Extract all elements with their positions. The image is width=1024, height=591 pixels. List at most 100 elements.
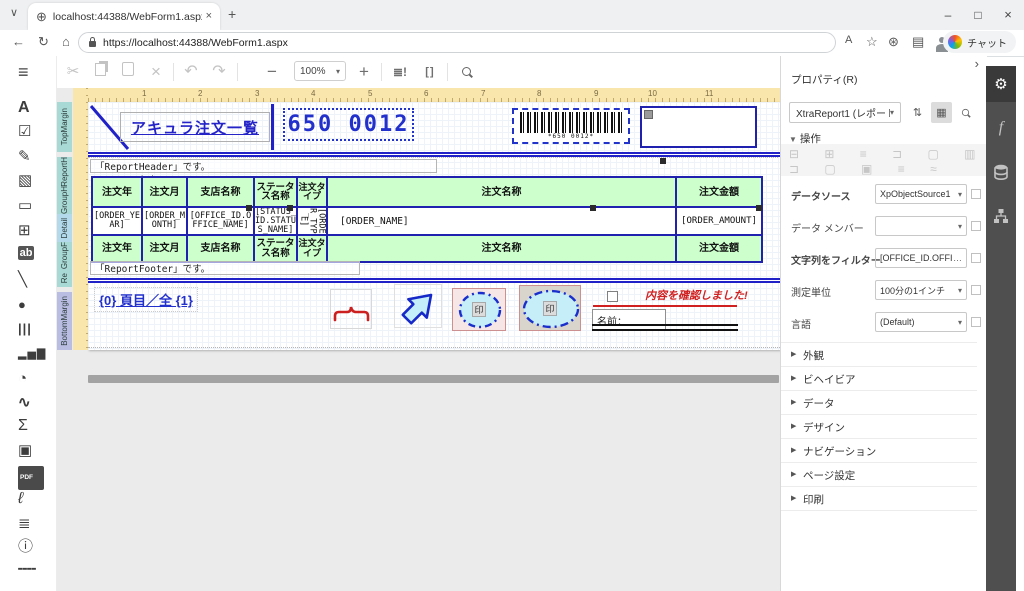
delete-icon[interactable]: × xyxy=(145,62,167,82)
field-cell[interactable]: [ORDER_MONTH] xyxy=(141,208,186,234)
footer-cell[interactable]: 注文名称 xyxy=(326,236,675,261)
selection-handle[interactable] xyxy=(756,205,762,211)
page-info-control[interactable]: {0} 頁目／全 {1} xyxy=(94,287,198,312)
add-favorite-icon[interactable]: ☆ xyxy=(866,35,878,48)
field-list-tab-icon[interactable] xyxy=(986,154,1016,190)
redo-icon[interactable]: ↷ xyxy=(207,62,231,82)
favorites-bar-icon[interactable]: ▤ xyxy=(912,35,924,48)
toolbox-panel-icon[interactable]: ▭ xyxy=(18,196,40,216)
back-button[interactable]: ← xyxy=(12,35,25,48)
toolbox-sparkline-icon[interactable]: ∿ xyxy=(18,393,40,413)
language-dropdown[interactable]: (Default) ▾ xyxy=(875,312,967,332)
filterstring-editor[interactable]: [OFFICE_ID.OFFICE_ID] ... … xyxy=(875,248,967,268)
selection-handle[interactable] xyxy=(246,205,252,211)
toolbox-pdf-content-icon[interactable]: PDF xyxy=(18,466,44,490)
brace-shape[interactable] xyxy=(330,289,372,329)
vertical-line-shape[interactable] xyxy=(271,104,274,150)
tab-search-chevron-icon[interactable]: ∨ xyxy=(10,8,18,19)
confirm-checkbox[interactable] xyxy=(607,291,618,302)
section-behavior[interactable]: ▶ビヘイビア xyxy=(781,366,977,391)
toolbox-line-icon[interactable]: ╲ xyxy=(18,270,40,290)
menu-icon[interactable]: ≡ xyxy=(18,62,40,82)
property-checkbox[interactable] xyxy=(971,285,981,295)
search-properties-button[interactable] xyxy=(955,102,976,123)
window-minimize-button[interactable]: – xyxy=(934,4,962,26)
copy-icon[interactable] xyxy=(89,62,111,82)
copilot-chat-button[interactable]: チャット xyxy=(943,31,1016,53)
header-cell[interactable]: 注文名称 xyxy=(326,178,675,206)
band-label-topmargin[interactable]: TopMargin xyxy=(57,102,72,152)
zoom-in-icon[interactable]: + xyxy=(353,62,375,82)
url-input[interactable]: https://localhost:44388/WebForm1.aspx xyxy=(78,32,836,53)
window-maximize-button[interactable]: □ xyxy=(964,4,992,26)
toolbox-page-break-icon[interactable]: ╌╌ xyxy=(18,560,40,580)
toolbox-richtext-icon[interactable]: ✎ xyxy=(18,147,40,167)
window-close-button[interactable]: × xyxy=(994,4,1022,26)
stamp-shape-circle[interactable]: 印 xyxy=(452,288,506,331)
sort-properties-button[interactable]: ⇅ xyxy=(907,102,928,123)
confirm-text[interactable]: 内容を確認しました! xyxy=(645,287,748,303)
field-cell[interactable]: [OFFICE_ID.OFFICE_NAME] xyxy=(186,208,253,234)
toolbox-picture-icon[interactable]: ▧ xyxy=(18,171,40,191)
section-design[interactable]: ▶デザイン xyxy=(781,414,977,439)
validation-icon[interactable]: ≣! xyxy=(388,62,412,82)
property-checkbox[interactable] xyxy=(971,253,981,263)
band-label-groupheader[interactable]: GroupH xyxy=(57,186,72,214)
header-cell[interactable]: 注文月 xyxy=(141,178,186,206)
footer-cell[interactable]: 注文タイプ xyxy=(296,236,326,261)
field-cell[interactable]: [ORDER_AMOUNT] xyxy=(675,208,761,234)
toolbox-gauge-icon[interactable]: ◔ xyxy=(18,369,40,389)
datasource-dropdown[interactable]: XpObjectSource1 ▾ xyxy=(875,184,967,204)
toolbox-shape-icon[interactable]: ● xyxy=(18,295,40,315)
fullscreen-icon[interactable]: [ ] xyxy=(417,62,441,82)
field-cell[interactable]: [ORDER_YEAR] xyxy=(93,208,141,234)
preview-icon[interactable] xyxy=(454,62,478,82)
picture-box[interactable] xyxy=(640,106,757,148)
reportfooter-note-label[interactable]: 「ReportFooter」です。 xyxy=(90,261,360,275)
property-checkbox[interactable] xyxy=(971,221,981,231)
stamp-shape-ellipse[interactable]: 印 xyxy=(519,285,581,331)
footer-cell[interactable]: ステータス名称 xyxy=(253,236,296,261)
toolbox-checkbox-icon[interactable]: ☑ xyxy=(18,122,40,142)
header-cell[interactable]: 注文タイプ xyxy=(296,178,326,206)
footer-cell[interactable]: 注文月 xyxy=(141,236,186,261)
selection-handle[interactable] xyxy=(287,205,293,211)
property-checkbox[interactable] xyxy=(971,189,981,199)
band-label-bottommargin[interactable]: BottomMargin xyxy=(57,292,72,350)
refresh-button[interactable]: ↻ xyxy=(38,35,49,48)
toolbox-table-icon[interactable]: ⊞ xyxy=(18,221,40,241)
band-label-reportfooter[interactable]: Re xyxy=(57,270,72,287)
zoom-level-select[interactable]: 100% ▾ xyxy=(294,61,346,81)
header-cell[interactable]: 注文年 xyxy=(93,178,141,206)
measureunit-dropdown[interactable]: 100分の1インチ ▾ xyxy=(875,280,967,300)
footer-cell[interactable]: 注文年 xyxy=(93,236,141,261)
field-cell[interactable]: [ORDER_NAME] xyxy=(326,208,675,234)
new-tab-button[interactable]: + xyxy=(228,7,236,21)
header-cell[interactable]: ステータス名称 xyxy=(253,178,296,206)
datamember-dropdown[interactable]: ▾ xyxy=(875,216,967,236)
section-appearance[interactable]: ▶外観 xyxy=(781,342,977,367)
report-explorer-tab-icon[interactable] xyxy=(986,198,1016,234)
category-view-button[interactable]: ▦ xyxy=(931,102,952,123)
selection-handle[interactable] xyxy=(660,158,666,164)
section-pagesettings[interactable]: ▶ページ設定 xyxy=(781,462,977,487)
band-label-detail[interactable]: Detail xyxy=(57,214,72,242)
toolbox-chart-icon[interactable]: ▂▅▇ xyxy=(18,344,40,364)
expressions-tab-icon[interactable]: f xyxy=(986,110,1016,146)
horizontal-scrollbar[interactable] xyxy=(88,375,779,383)
header-cell[interactable]: 注文金額 xyxy=(675,178,761,206)
section-data[interactable]: ▶データ xyxy=(781,390,977,415)
barcode-control[interactable]: *650 0012* xyxy=(512,108,630,144)
operations-icons-row2[interactable]: ⊐ ▢ ▣ ≡ ≈ xyxy=(789,162,948,176)
ellipsis-button[interactable]: … xyxy=(953,253,962,263)
paste-icon[interactable] xyxy=(117,62,139,82)
undo-icon[interactable]: ↶ xyxy=(179,62,203,82)
toolbox-page-info-icon[interactable]: ⓘ xyxy=(18,537,40,557)
browser-essentials-icon[interactable]: ⊛ xyxy=(888,35,899,48)
toolbox-toc-icon[interactable]: ≣ xyxy=(18,514,40,534)
property-checkbox[interactable] xyxy=(971,317,981,327)
band-label-groupfooter[interactable]: GroupF xyxy=(57,242,72,270)
toolbox-subreport-icon[interactable]: ▣ xyxy=(18,441,40,461)
reportheader-note-label[interactable]: 「ReportHeader」です。 xyxy=(90,159,437,173)
report-title-label[interactable]: アキュラ注文一覧 xyxy=(120,112,270,142)
